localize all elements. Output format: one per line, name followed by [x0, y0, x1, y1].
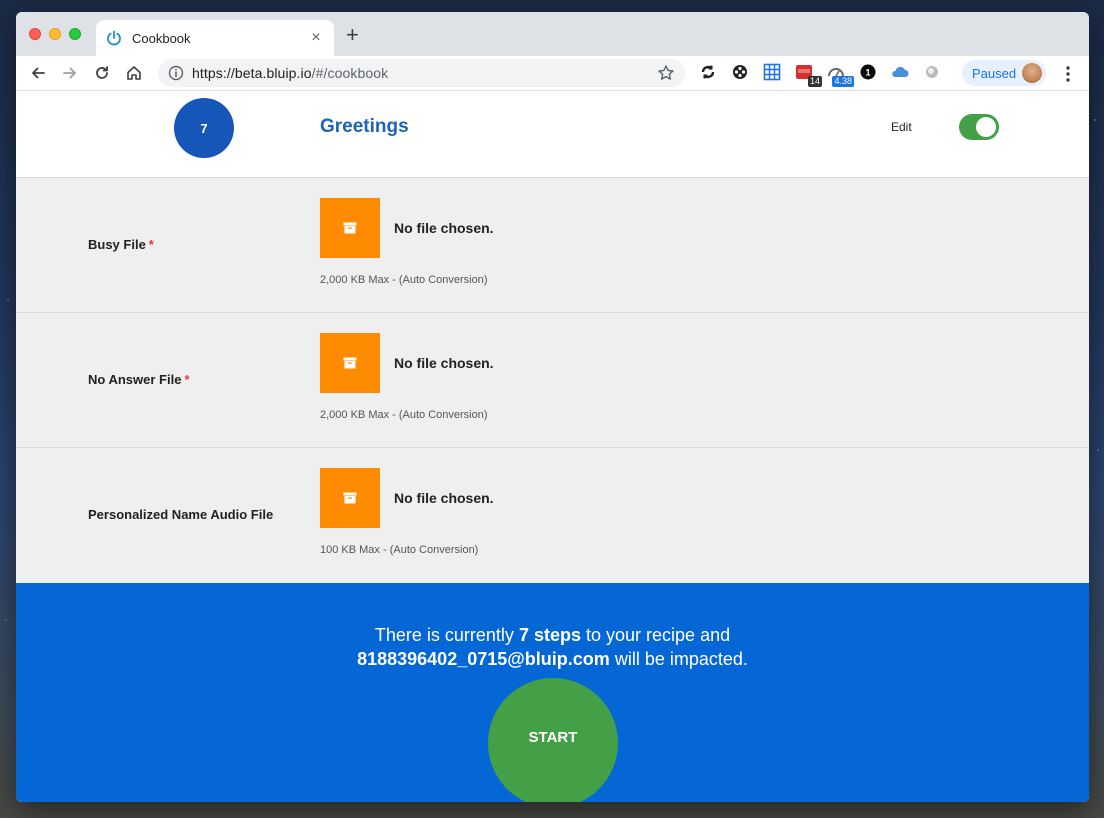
file-label: No Answer File *: [88, 372, 190, 387]
profile-label: Paused: [972, 65, 1017, 81]
recipe-header: 7 Greetings Edit: [16, 91, 1089, 178]
impact-line-1: There is currently 7 steps to your recip…: [16, 623, 1089, 647]
speed-extension[interactable]: 4.38: [824, 60, 854, 87]
extensions-area: 14 4.38 1: [696, 60, 944, 87]
file-size-limit: 2,000 KB Max - (Auto Conversion): [320, 274, 488, 286]
page-content: 7 Greetings Edit Busy File * No file chos…: [16, 91, 1089, 802]
film-extension[interactable]: [728, 60, 752, 84]
circle-extension[interactable]: [920, 60, 944, 84]
calendar-badge: 14: [807, 76, 822, 87]
file-size-limit: 100 KB Max - (Auto Conversion): [320, 544, 479, 556]
step-number-badge: 7: [174, 98, 234, 158]
speed-badge: 4.38: [832, 76, 854, 87]
impact-message: There is currently 7 steps to your recip…: [16, 623, 1089, 671]
impact-line-2: 8188396402_0715@bluip.com will be impact…: [16, 647, 1089, 671]
back-button[interactable]: [24, 59, 52, 87]
sync-extension[interactable]: [696, 60, 720, 84]
circle-icon: [926, 66, 938, 78]
grid-extension[interactable]: [760, 60, 784, 84]
minimize-window-button[interactable]: [49, 28, 61, 40]
forward-button[interactable]: [56, 59, 84, 87]
close-window-button[interactable]: [29, 28, 41, 40]
more-vert-icon[interactable]: [1060, 64, 1076, 84]
cloud-extension[interactable]: [888, 60, 912, 84]
grid-icon: [763, 63, 781, 81]
home-button[interactable]: [120, 59, 148, 87]
browser-toolbar: https://beta.bluip.io/#/cookbook 14 4.38: [16, 56, 1089, 91]
page-title: Greetings: [320, 116, 409, 137]
tab-strip: Cookbook × +: [16, 12, 1089, 56]
start-label: START: [528, 728, 578, 746]
new-tab-button[interactable]: +: [346, 24, 359, 46]
url-path: /#/cookbook: [311, 65, 389, 81]
required-marker: *: [184, 372, 190, 387]
archive-box-icon: [343, 357, 357, 369]
arrow-left-icon: [32, 67, 45, 79]
file-status: No file chosen.: [394, 490, 494, 506]
upload-button[interactable]: [320, 333, 380, 393]
upload-button[interactable]: [320, 198, 380, 258]
file-row-no-answer: No Answer File * No file chosen. 2,000 KB…: [16, 313, 1089, 448]
file-label: Busy File *: [88, 237, 154, 252]
start-button[interactable]: START: [488, 678, 618, 802]
file-label-text: Personalized Name Audio File: [88, 507, 274, 522]
file-label: Personalized Name Audio File: [88, 507, 276, 522]
file-row-personalized-name: Personalized Name Audio File No file cho…: [16, 448, 1089, 583]
step-count: 7 steps: [518, 625, 581, 645]
upload-button[interactable]: [320, 468, 380, 528]
avatar: [1022, 63, 1043, 83]
url-host: https://beta.bluip.io: [192, 65, 312, 81]
archive-box-icon: [343, 492, 357, 504]
file-row-busy: Busy File * No file chosen. 2,000 KB Max …: [16, 178, 1089, 313]
window-controls: [29, 28, 81, 40]
tab-title: Cookbook: [132, 30, 191, 46]
edit-label: Edit: [891, 120, 912, 134]
tab-close-icon[interactable]: ×: [308, 29, 324, 47]
cloud-icon: [892, 66, 909, 77]
reload-icon: [96, 66, 108, 79]
home-icon: [127, 66, 141, 80]
tab-cookbook[interactable]: Cookbook ×: [96, 20, 334, 56]
impact-footer: There is currently 7 steps to your recip…: [16, 583, 1089, 802]
arrow-right-icon: [63, 67, 76, 79]
power-icon: [107, 30, 121, 46]
bookmark-star-icon[interactable]: [657, 64, 675, 82]
required-marker: *: [148, 237, 154, 252]
file-status: No file chosen.: [394, 220, 494, 236]
info-icon[interactable]: [168, 65, 184, 81]
onepassword-extension[interactable]: 1: [856, 60, 880, 84]
browser-window: Cookbook × + https://beta.bluip.io/#/coo…: [16, 12, 1089, 802]
film-reel-icon: [733, 65, 747, 79]
svg-text:1: 1: [865, 68, 870, 78]
maximize-window-button[interactable]: [69, 28, 81, 40]
file-status: No file chosen.: [394, 355, 494, 371]
edit-toggle[interactable]: [959, 114, 999, 140]
calendar-extension[interactable]: 14: [792, 60, 822, 87]
toggle-knob: [976, 117, 996, 137]
impact-suffix: to your recipe and: [586, 625, 731, 645]
archive-box-icon: [343, 222, 357, 234]
file-label-text: No Answer File: [88, 372, 182, 387]
sync-icon: [701, 65, 715, 79]
address-bar[interactable]: https://beta.bluip.io/#/cookbook: [158, 59, 685, 87]
reload-button[interactable]: [88, 59, 116, 87]
1password-icon: 1: [860, 64, 876, 80]
profile-button[interactable]: Paused: [962, 60, 1047, 86]
file-label-text: Busy File: [88, 237, 146, 252]
file-size-limit: 2,000 KB Max - (Auto Conversion): [320, 409, 488, 421]
url-text: https://beta.bluip.io/#/cookbook: [192, 65, 657, 81]
impact-suffix-2: will be impacted.: [614, 649, 748, 669]
impact-prefix: There is currently: [374, 625, 514, 645]
impacted-account: 8188396402_0715@bluip.com: [357, 649, 610, 669]
